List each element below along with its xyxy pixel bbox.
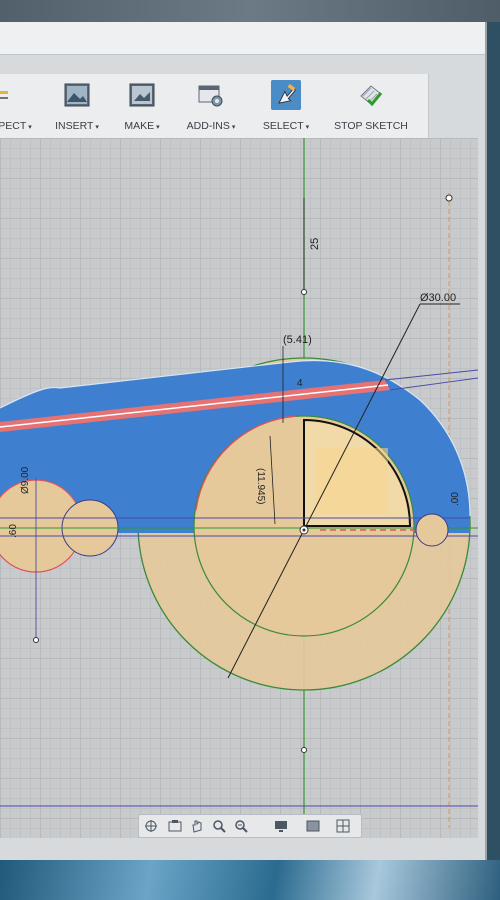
stop-sketch-tool[interactable]: STOP SKETCH <box>328 74 414 138</box>
dim-small-4: 4 <box>297 378 303 389</box>
insert-tool[interactable]: INSERT ▾ <box>50 74 104 138</box>
top-point <box>301 289 307 295</box>
inspect-tool[interactable]: PECT ▾ <box>0 74 40 138</box>
zoom-window-icon[interactable] <box>233 818 249 834</box>
left-point <box>33 637 39 643</box>
pan-hand-icon[interactable] <box>189 818 205 834</box>
make-tool[interactable]: MAKE ▾ <box>116 74 168 138</box>
sketch-drawing[interactable]: Ø30.00 25 (5.41) (11.945) Ø9.00 .60 .00 … <box>0 138 478 838</box>
tool-label-inspect: PECT <box>0 120 27 132</box>
stop-sketch-icon <box>360 85 383 107</box>
slot-extension-1 <box>384 369 478 381</box>
dim-diameter: Ø30.00 <box>420 292 456 304</box>
top-right-point <box>445 194 453 202</box>
look-at-icon[interactable] <box>167 818 183 834</box>
dim-right-00: .00 <box>450 492 461 506</box>
tool-label-make: MAKE <box>124 120 155 132</box>
dim-left-9: Ø9.00 <box>20 466 31 494</box>
dim-left-60: .60 <box>8 524 19 538</box>
tool-label-select: SELECT <box>262 120 304 132</box>
inspect-icon <box>0 91 8 99</box>
tool-label-stop-sketch: STOP SKETCH <box>334 120 408 132</box>
select-cursor-icon <box>271 80 301 110</box>
dim-11945: (11.945) <box>255 468 266 505</box>
desktop-background-top <box>0 0 500 22</box>
sketch-canvas[interactable]: Ø30.00 25 (5.41) (11.945) Ø9.00 .60 .00 … <box>0 138 478 838</box>
add-ins-icon <box>198 85 223 107</box>
insert-image-icon <box>64 83 90 107</box>
orbit-icon[interactable] <box>143 818 159 834</box>
add-ins-tool[interactable]: ADD-INS ▾ <box>180 74 242 138</box>
dim-top: 25 <box>309 238 321 250</box>
display-settings-icon[interactable] <box>273 818 289 834</box>
slot-extension-2 <box>389 377 478 391</box>
right-small-circle <box>415 513 449 547</box>
visual-style-icon[interactable] <box>305 818 321 834</box>
make-icon <box>129 83 155 107</box>
navigation-bar <box>138 814 362 838</box>
zoom-icon[interactable] <box>211 818 227 834</box>
grid-settings-icon[interactable] <box>335 818 351 834</box>
tool-label-insert: INSERT <box>55 120 94 132</box>
bottom-point <box>301 747 307 753</box>
tool-label-add-ins: ADD-INS <box>186 120 230 132</box>
dim-541: (5.41) <box>283 334 312 346</box>
fusion-window: PECT ▾ INSERT ▾ MAKE ▾ ADD-INS ▾ SELECT … <box>0 22 487 860</box>
toolbar: PECT ▾ INSERT ▾ MAKE ▾ ADD-INS ▾ SELECT … <box>0 74 429 139</box>
highlight-rect <box>316 448 388 514</box>
title-strip <box>0 22 485 55</box>
select-tool[interactable]: SELECT ▾ <box>256 74 316 138</box>
desktop-background-bottom <box>0 860 500 900</box>
